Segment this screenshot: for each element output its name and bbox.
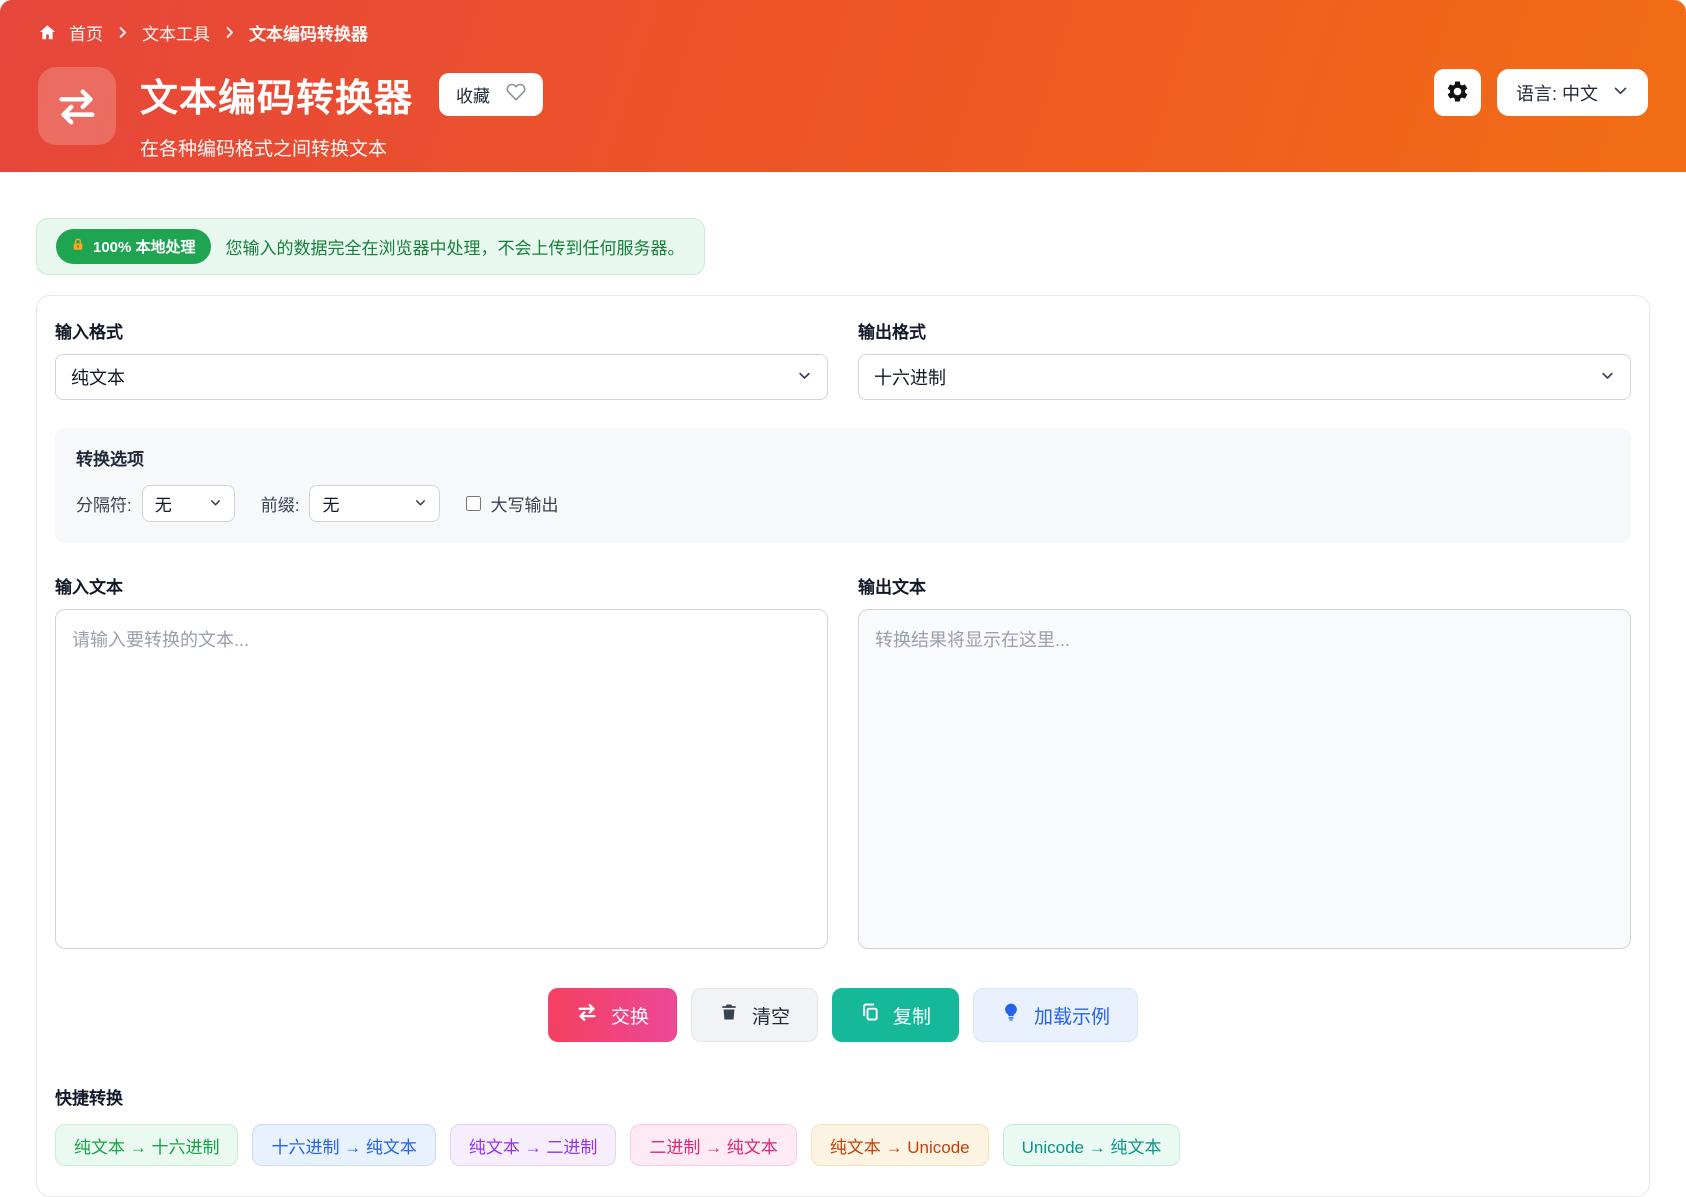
- output-format-value: 十六进制: [874, 364, 946, 390]
- uppercase-option: 大写输出: [466, 491, 558, 516]
- chevron-down-icon: [1600, 367, 1615, 388]
- badge-label: 100% 本地处理: [93, 236, 196, 257]
- uppercase-label: 大写输出: [490, 491, 558, 516]
- text-areas-row: 输入文本 输出文本: [55, 573, 1631, 954]
- quick-convert-title: 快捷转换: [55, 1084, 1631, 1109]
- quick-convert-chips: 纯文本 → 十六进制 十六进制 → 纯文本 纯文本 → 二进制 二进制 → 纯文…: [55, 1124, 1631, 1166]
- lightbulb-icon: [1001, 1002, 1021, 1028]
- breadcrumb: 首页 文本工具 文本编码转换器: [38, 20, 1648, 45]
- output-textarea[interactable]: [858, 609, 1631, 949]
- output-format-select[interactable]: 十六进制: [858, 354, 1631, 400]
- chevron-down-icon: [1612, 82, 1629, 104]
- input-text-field: 输入文本: [55, 573, 828, 954]
- privacy-notice: 100% 本地处理 您输入的数据完全在浏览器中处理，不会上传到任何服务器。: [36, 218, 705, 275]
- input-textarea[interactable]: [55, 609, 828, 949]
- chevron-right-icon: [115, 25, 130, 40]
- load-example-label: 加载示例: [1034, 1002, 1110, 1029]
- action-buttons: 交换 清空 复制 加载: [55, 988, 1631, 1042]
- quick-convert-section: 快捷转换 纯文本 → 十六进制 十六进制 → 纯文本 纯文本 → 二进制 二进制…: [55, 1084, 1631, 1166]
- uppercase-checkbox[interactable]: [466, 496, 481, 511]
- output-text-label: 输出文本: [858, 573, 1631, 598]
- swap-label: 交换: [611, 1002, 649, 1029]
- chip-text-to-hex[interactable]: 纯文本 → 十六进制: [55, 1124, 238, 1166]
- favorite-button[interactable]: 收藏: [439, 73, 543, 116]
- header-left: 文本编码转换器 收藏 在各种编码格式之间转换文本: [38, 67, 543, 161]
- chevron-right-icon: [222, 25, 237, 40]
- chevron-down-icon: [414, 494, 427, 514]
- options-title: 转换选项: [76, 445, 1610, 470]
- local-processing-badge: 100% 本地处理: [56, 229, 211, 264]
- load-example-button[interactable]: 加载示例: [973, 988, 1138, 1042]
- breadcrumb-home[interactable]: 首页: [69, 20, 103, 45]
- title-block: 文本编码转换器 收藏 在各种编码格式之间转换文本: [140, 67, 543, 161]
- prefix-select[interactable]: 无: [309, 485, 440, 522]
- input-format-label: 输入格式: [55, 318, 828, 343]
- conversion-options-panel: 转换选项 分隔符: 无 前缀: 无: [55, 428, 1631, 543]
- clear-label: 清空: [752, 1002, 790, 1029]
- clear-button[interactable]: 清空: [691, 988, 818, 1042]
- header: 首页 文本工具 文本编码转换器 文本编码转换器: [0, 0, 1686, 172]
- separator-select[interactable]: 无: [142, 485, 235, 522]
- input-format-field: 输入格式 纯文本: [55, 318, 828, 400]
- breadcrumb-current: 文本编码转换器: [249, 20, 368, 45]
- gear-icon: [1445, 79, 1470, 107]
- chip-unicode-to-text[interactable]: Unicode → 纯文本: [1003, 1124, 1181, 1166]
- breadcrumb-section[interactable]: 文本工具: [142, 20, 210, 45]
- copy-icon: [860, 1002, 880, 1028]
- trash-icon: [719, 1002, 739, 1028]
- converter-card: 输入格式 纯文本 输出格式 十六进制: [36, 295, 1650, 1197]
- chip-binary-to-text[interactable]: 二进制 → 纯文本: [630, 1124, 796, 1166]
- language-label: 语言: 中文: [1516, 80, 1598, 106]
- output-format-field: 输出格式 十六进制: [858, 318, 1631, 400]
- output-format-label: 输出格式: [858, 318, 1631, 343]
- prefix-value: 无: [322, 491, 339, 516]
- chip-text-to-unicode[interactable]: 纯文本 → Unicode: [811, 1124, 989, 1166]
- main-content: 100% 本地处理 您输入的数据完全在浏览器中处理，不会上传到任何服务器。 输入…: [0, 172, 1686, 1197]
- copy-label: 复制: [893, 1002, 931, 1029]
- swap-button[interactable]: 交换: [548, 988, 677, 1042]
- header-right: 语言: 中文: [1434, 67, 1648, 161]
- copy-button[interactable]: 复制: [832, 988, 959, 1042]
- heart-icon: [506, 82, 526, 107]
- input-format-select[interactable]: 纯文本: [55, 354, 828, 400]
- chip-hex-to-text[interactable]: 十六进制 → 纯文本: [252, 1124, 435, 1166]
- chevron-down-icon: [797, 367, 812, 388]
- input-text-label: 输入文本: [55, 573, 828, 598]
- separator-label: 分隔符:: [76, 491, 132, 516]
- swap-arrows-icon: [38, 67, 116, 145]
- format-row: 输入格式 纯文本 输出格式 十六进制: [55, 318, 1631, 400]
- chip-text-to-binary[interactable]: 纯文本 → 二进制: [450, 1124, 616, 1166]
- options-row: 分隔符: 无 前缀: 无: [76, 485, 1610, 522]
- page: 首页 文本工具 文本编码转换器 文本编码转换器: [0, 0, 1686, 1197]
- home-icon[interactable]: [38, 23, 57, 42]
- settings-button[interactable]: [1434, 69, 1481, 116]
- favorite-label: 收藏: [456, 82, 490, 107]
- swap-icon: [576, 1001, 598, 1029]
- chevron-down-icon: [209, 494, 222, 514]
- lock-icon: [71, 237, 85, 256]
- separator-value: 无: [155, 491, 172, 516]
- input-format-value: 纯文本: [71, 364, 125, 390]
- page-subtitle: 在各种编码格式之间转换文本: [140, 134, 543, 161]
- page-title: 文本编码转换器: [140, 67, 413, 122]
- header-main: 文本编码转换器 收藏 在各种编码格式之间转换文本: [38, 67, 1648, 161]
- output-text-field: 输出文本: [858, 573, 1631, 954]
- prefix-label: 前缀:: [261, 491, 300, 516]
- language-selector[interactable]: 语言: 中文: [1497, 69, 1648, 116]
- privacy-message: 您输入的数据完全在浏览器中处理，不会上传到任何服务器。: [226, 234, 685, 259]
